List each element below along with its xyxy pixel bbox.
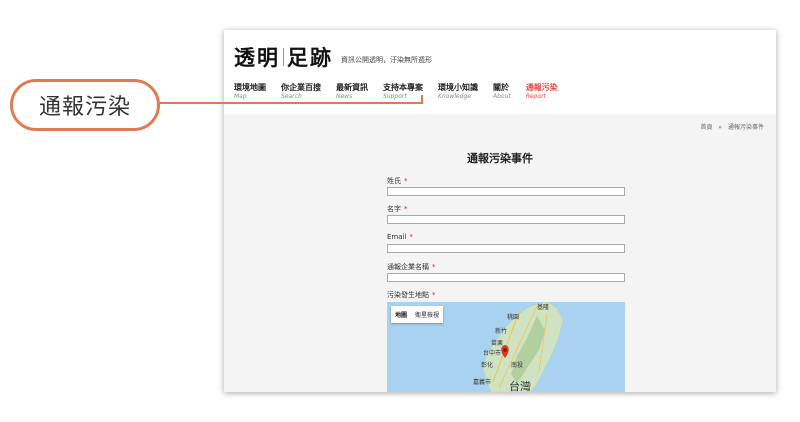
callout-label: 通報污染 (10, 79, 160, 131)
nav-label: 環境地圖 (234, 83, 266, 92)
nav-label: 你企業百搜 (281, 83, 321, 92)
nav-item-map[interactable]: 環境地圖 Map (234, 84, 266, 100)
map-label: 苗栗 (491, 340, 504, 347)
nav-label: 環境小知識 (438, 83, 478, 92)
breadcrumb-home[interactable]: 首頁 (700, 124, 712, 131)
last-name-input[interactable] (387, 187, 625, 196)
nav-sublabel: About (493, 93, 511, 100)
map-label: 嘉義市 (473, 379, 492, 386)
required-mark: * (404, 205, 408, 213)
map-label: 南投 (511, 362, 524, 369)
map-type-control: 地圖 衛星檢視 (391, 306, 444, 323)
site-tagline: 資訊公開透明，汙染無所遁形 (341, 56, 432, 64)
main-nav: 環境地圖 Map 你企業百搜 Search 最新資訊 News 支持本專案 Su… (234, 84, 573, 100)
callout-connector-line (160, 102, 422, 104)
field-label-text: Email (387, 233, 407, 241)
nav-sublabel: Knowledge (438, 93, 471, 100)
map-label: 台中市 (483, 350, 502, 357)
nav-item-report[interactable]: 通報污染 Report (526, 84, 558, 100)
breadcrumb-separator: » (718, 124, 723, 131)
map-label: 基隆 (537, 304, 550, 311)
map-label: 彰化 (481, 362, 494, 369)
callout-connector-drop (421, 95, 423, 104)
email-input[interactable] (387, 244, 625, 253)
breadcrumb: 首頁 » 通報污染事件 (698, 122, 766, 131)
nav-item-news[interactable]: 最新資訊 News (336, 84, 368, 100)
logo-row: 透明 足跡 資訊公開透明，汙染無所遁形 (234, 42, 432, 72)
nav-sublabel: Map (234, 93, 247, 100)
nav-sublabel: Search (281, 93, 302, 100)
form-title: 通報污染事件 (467, 152, 533, 165)
location-label: 污染發生地點 * (387, 290, 436, 300)
location-map[interactable]: 基隆 桃園 新竹 苗栗 台中市 彰化 嘉義市 台灣 南投 地圖 衛星檢視 (387, 302, 625, 392)
logo-divider (283, 48, 284, 66)
map-label: 新竹 (495, 328, 508, 335)
breadcrumb-current: 通報污染事件 (727, 124, 764, 131)
nav-item-knowledge[interactable]: 環境小知識 Knowledge (438, 84, 478, 100)
nav-item-about[interactable]: 關於 About (493, 84, 511, 100)
map-label-large: 台灣 (509, 380, 531, 392)
nav-item-support[interactable]: 支持本專案 Support (383, 84, 423, 100)
last-name-label: 姓氏 * (387, 176, 408, 186)
nav-label: 通報污染 (525, 83, 558, 92)
map-pin-dot (503, 348, 507, 352)
map-tab-satellite[interactable]: 衛星檢視 (411, 306, 443, 323)
field-label-text: 姓氏 (387, 177, 401, 185)
required-mark: * (432, 263, 436, 271)
first-name-label: 名字 * (387, 204, 408, 214)
nav-label: 最新資訊 (336, 83, 368, 92)
map-tab-map[interactable]: 地圖 (391, 306, 411, 323)
required-mark: * (432, 291, 436, 299)
required-mark: * (404, 177, 408, 185)
browser-screenshot: 透明 足跡 資訊公開透明，汙染無所遁形 環境地圖 Map 你企業百搜 Searc… (224, 30, 776, 392)
company-name-label: 通報企業名稱 * (387, 262, 436, 272)
site-logo-part1[interactable]: 透明 (234, 42, 280, 72)
map-label: 桃園 (507, 314, 520, 321)
email-label: Email * (387, 233, 413, 241)
nav-sublabel: Support (383, 93, 407, 100)
field-label-text: 通報企業名稱 (387, 263, 429, 271)
first-name-input[interactable] (387, 215, 625, 224)
field-label-text: 污染發生地點 (387, 291, 429, 299)
nav-label: 關於 (493, 83, 509, 92)
field-label-text: 名字 (387, 205, 401, 213)
nav-sublabel: Report (525, 93, 546, 100)
required-mark: * (409, 233, 413, 241)
nav-sublabel: News (336, 93, 353, 100)
company-name-input[interactable] (387, 273, 625, 282)
nav-label: 支持本專案 (383, 83, 423, 92)
site-logo-part2[interactable]: 足跡 (287, 42, 333, 72)
nav-item-search[interactable]: 你企業百搜 Search (281, 84, 321, 100)
